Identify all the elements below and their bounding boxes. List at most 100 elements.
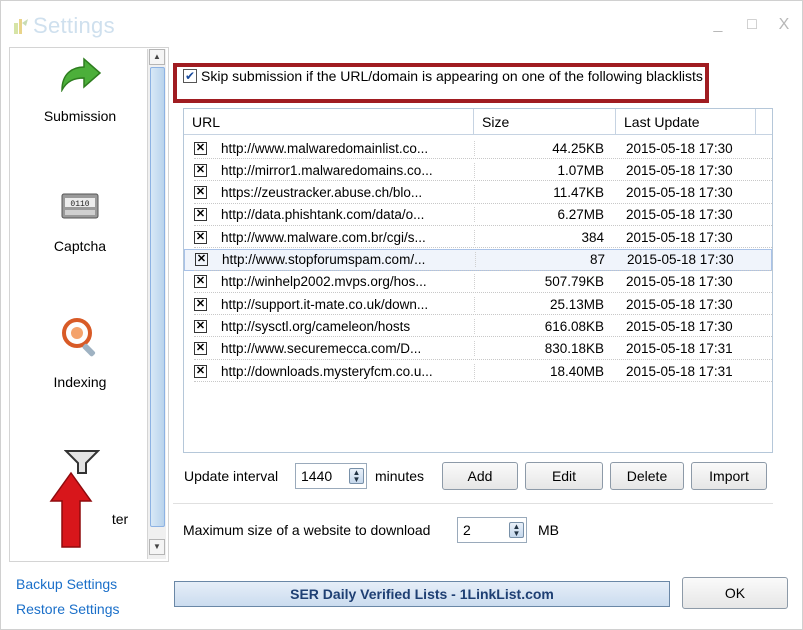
row-checkbox-icon[interactable]: ✕: [194, 297, 207, 311]
last-update-cell: 2015-05-18 17:31: [626, 341, 733, 357]
minimize-button[interactable]: _: [707, 15, 729, 35]
size-cell: 507.79KB: [474, 274, 616, 290]
backup-settings-link[interactable]: Backup Settings: [16, 576, 117, 592]
size-cell: 25.13MB: [474, 296, 616, 312]
row-checkbox-icon[interactable]: ✕: [194, 275, 207, 289]
table-row[interactable]: ✕ http://data.phishtank.com/data/o... 6.27…: [184, 204, 772, 226]
maximize-button[interactable]: □: [741, 15, 763, 35]
sidebar-item-captcha[interactable]: 0110 Captcha: [10, 168, 150, 298]
sidebar-scrollbar[interactable]: ▲ ▼: [147, 49, 166, 559]
url-text: http://support.it-mate.co.uk/down...: [221, 296, 429, 312]
last-update-cell: 2015-05-18 17:30: [626, 274, 733, 290]
app-icon: [14, 19, 28, 34]
last-update-cell: 2015-05-18 17:30: [627, 252, 734, 267]
sidebar-item-indexing[interactable]: Indexing: [10, 298, 150, 433]
url-cell[interactable]: ✕ http://downloads.mysteryfcm.co.u...: [184, 364, 474, 379]
edit-button[interactable]: Edit: [525, 462, 603, 490]
url-cell[interactable]: ✕ http://www.malwaredomainlist.co...: [184, 141, 474, 156]
size-cell: 1.07MB: [474, 162, 616, 178]
url-cell[interactable]: ✕ https://zeustracker.abuse.ch/blo...: [184, 185, 474, 200]
column-header-size[interactable]: Size: [474, 109, 616, 135]
last-update-cell: 2015-05-18 17:30: [626, 162, 733, 178]
close-button[interactable]: X: [773, 15, 795, 35]
last-update-cell: 2015-05-18 17:30: [626, 229, 733, 245]
url-cell[interactable]: ✕ http://mirror1.malwaredomains.co...: [184, 163, 474, 178]
row-checkbox-icon[interactable]: ✕: [194, 364, 207, 378]
url-text: https://zeustracker.abuse.ch/blo...: [221, 185, 423, 201]
minutes-label: minutes: [375, 468, 425, 484]
url-cell[interactable]: ✕ http://data.phishtank.com/data/o...: [184, 207, 474, 222]
row-checkbox-icon[interactable]: ✕: [194, 186, 207, 200]
table-row[interactable]: ✕ http://sysctl.org/cameleon/hosts 616.08K…: [184, 315, 772, 337]
url-cell[interactable]: ✕ http://www.stopforumspam.com/...: [185, 252, 475, 267]
max-size-value[interactable]: 2: [463, 522, 471, 538]
table-row[interactable]: ✕ http://www.securemecca.com/D... 830.18KB…: [184, 338, 772, 360]
url-text: http://www.securemecca.com/D...: [221, 341, 422, 357]
spin-arrows-icon[interactable]: ▲ ▼: [509, 522, 524, 538]
table-row[interactable]: ✕ http://support.it-mate.co.uk/down... 25.…: [184, 293, 772, 315]
column-header-url[interactable]: URL: [184, 109, 474, 135]
row-checkbox-icon[interactable]: ✕: [194, 342, 207, 356]
skip-submission-option[interactable]: ✔ Skip submission if the URL/domain is a…: [183, 66, 703, 86]
url-text: http://winhelp2002.mvps.org/hos...: [221, 274, 427, 290]
status-banner: SER Daily Verified Lists - 1LinkList.com: [174, 581, 670, 607]
last-update-cell: 2015-05-18 17:30: [626, 296, 733, 312]
scroll-thumb[interactable]: [150, 67, 165, 527]
url-text: http://mirror1.malwaredomains.co...: [221, 162, 433, 178]
url-cell[interactable]: ✕ http://support.it-mate.co.uk/down...: [184, 297, 474, 312]
delete-button[interactable]: Delete: [610, 462, 684, 490]
import-button[interactable]: Import: [691, 462, 767, 490]
size-cell: 44.25KB: [474, 140, 616, 156]
ok-button[interactable]: OK: [682, 577, 788, 609]
captcha-icon: 0110: [61, 193, 99, 219]
red-up-arrow-icon: [49, 471, 93, 548]
size-cell: 6.27MB: [474, 207, 616, 223]
blacklist-table[interactable]: URL Size Last Update ✕ http://www.malware…: [183, 108, 773, 453]
table-header: URL Size Last Update: [184, 109, 772, 135]
column-header-last-update[interactable]: Last Update: [616, 109, 756, 135]
row-checkbox-icon[interactable]: ✕: [195, 253, 208, 266]
size-cell: 87: [475, 252, 617, 267]
table-row[interactable]: ✕ https://zeustracker.abuse.ch/blo... 11.4…: [184, 182, 772, 204]
table-row[interactable]: ✕ http://www.stopforumspam.com/... 87 2015-…: [184, 248, 772, 271]
scroll-down-icon[interactable]: ▼: [149, 539, 165, 555]
url-cell[interactable]: ✕ http://www.malware.com.br/cgi/s...: [184, 230, 474, 245]
table-row[interactable]: ✕ http://mirror1.malwaredomains.co... 1.07…: [184, 159, 772, 181]
row-checkbox-icon[interactable]: ✕: [194, 208, 207, 222]
spin-arrows-icon[interactable]: ▲ ▼: [349, 468, 364, 484]
table-row[interactable]: ✕ http://www.malwaredomainlist.co... 44.25…: [184, 137, 772, 159]
restore-settings-link[interactable]: Restore Settings: [16, 601, 120, 617]
url-text: http://data.phishtank.com/data/o...: [221, 207, 425, 223]
url-cell[interactable]: ✕ http://winhelp2002.mvps.org/hos...: [184, 274, 474, 289]
last-update-cell: 2015-05-18 17:31: [626, 363, 733, 379]
url-text: http://www.malwaredomainlist.co...: [221, 140, 429, 156]
row-checkbox-icon[interactable]: ✕: [194, 230, 207, 244]
scroll-up-icon[interactable]: ▲: [149, 49, 165, 65]
add-button[interactable]: Add: [442, 462, 518, 490]
url-cell[interactable]: ✕ http://sysctl.org/cameleon/hosts: [184, 319, 474, 334]
update-interval-stepper[interactable]: 1440 ▲ ▼: [295, 463, 367, 489]
max-size-label: Maximum size of a website to download: [183, 522, 431, 538]
row-checkbox-icon[interactable]: ✕: [194, 163, 207, 177]
size-cell: 830.18KB: [474, 341, 616, 357]
max-size-stepper[interactable]: 2 ▲ ▼: [457, 517, 527, 543]
divider: [173, 503, 773, 504]
title-bar: Settings _ □ X: [1, 1, 802, 47]
last-update-cell: 2015-05-18 17:30: [626, 185, 733, 201]
row-checkbox-icon[interactable]: ✕: [194, 141, 207, 155]
skip-label: Skip submission if the URL/domain is app…: [201, 68, 703, 84]
update-interval-value[interactable]: 1440: [301, 468, 332, 484]
sidebar-item-label: Captcha: [53, 238, 107, 254]
sidebar-item-submission[interactable]: Submission: [10, 48, 150, 168]
skip-checkbox[interactable]: ✔: [183, 69, 197, 83]
green-arrow-icon: [61, 57, 102, 92]
window-title: Settings: [33, 13, 115, 38]
row-checkbox-icon[interactable]: ✕: [194, 319, 207, 333]
mb-label: MB: [538, 522, 559, 538]
update-interval-label: Update interval: [184, 468, 279, 484]
url-cell[interactable]: ✕ http://www.securemecca.com/D...: [184, 341, 474, 356]
last-update-cell: 2015-05-18 17:30: [626, 318, 733, 334]
table-row[interactable]: ✕ http://www.malware.com.br/cgi/s... 384 20…: [184, 226, 772, 248]
table-row[interactable]: ✕ http://winhelp2002.mvps.org/hos... 507.7…: [184, 271, 772, 293]
table-row[interactable]: ✕ http://downloads.mysteryfcm.co.u... 18.4…: [184, 360, 772, 382]
